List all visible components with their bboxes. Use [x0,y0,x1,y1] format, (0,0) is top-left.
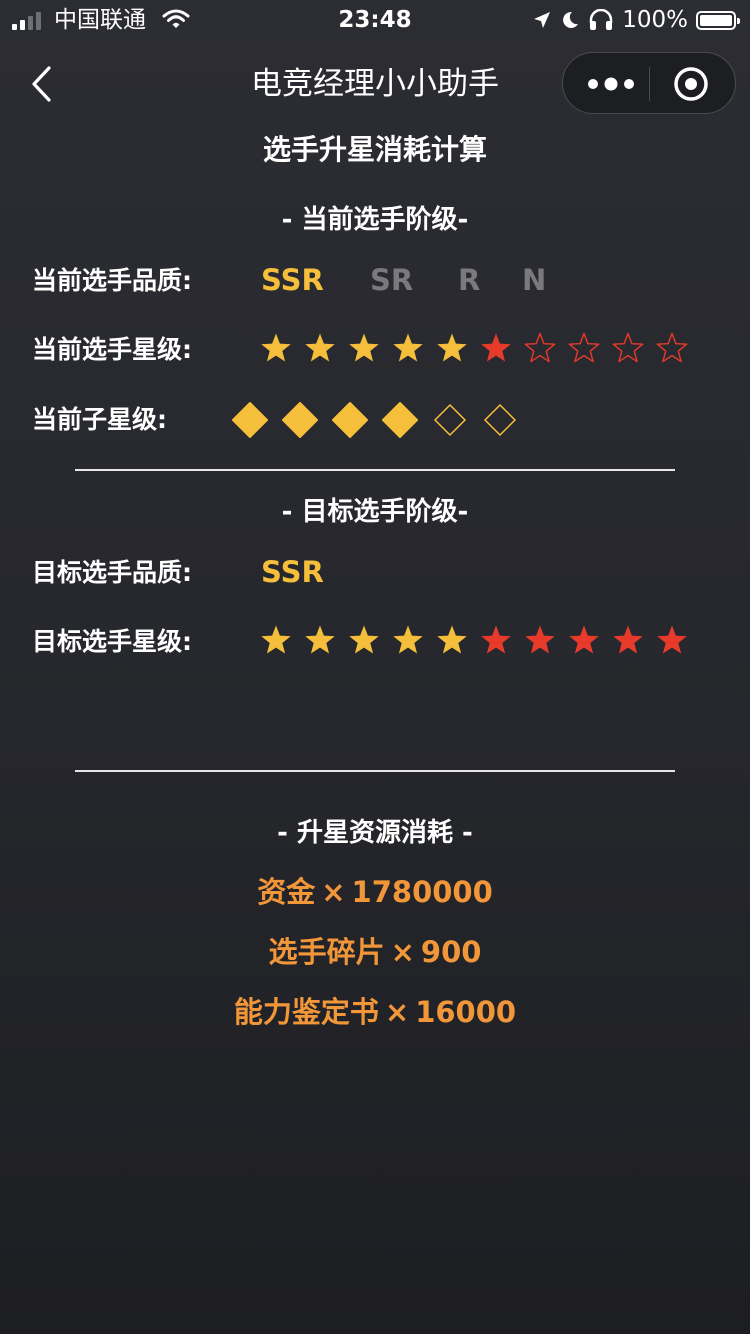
location-arrow-icon [534,12,551,28]
quality-option-n[interactable]: N [522,260,546,300]
diamond-filled-icon[interactable] [325,400,375,440]
cost-item-amount: 16000 [415,995,517,1029]
cost-item-name: 资金 [257,875,316,909]
cost-item-funds: 资金 × 1780000 [0,872,750,912]
cost-item-shards: 选手碎片 × 900 [0,932,750,972]
current-star-label: 当前选手星级: [32,335,192,364]
current-substar-label: 当前子星级: [32,405,167,434]
page-title: 选手升星消耗计算 [262,133,487,166]
star-gold-icon[interactable] [254,330,298,366]
cost-item-amount: 1780000 [351,875,493,909]
cost-section-heading: - 升星资源消耗 - [277,818,473,848]
star-gold-icon[interactable] [342,330,386,366]
star-gold-icon[interactable] [298,330,342,366]
target-star-label: 目标选手星级: [32,627,192,656]
quality-option-r[interactable]: R [458,260,480,300]
star-red-icon[interactable] [606,622,650,658]
divider-line [75,770,675,772]
star-gold-icon[interactable] [298,622,342,658]
diamond-filled-icon[interactable] [275,400,325,440]
headphones-icon [589,9,613,30]
star-gold-icon[interactable] [254,622,298,658]
moon-icon [563,11,579,28]
star-red-icon[interactable] [562,622,606,658]
star-empty-icon[interactable] [606,330,650,366]
more-dots-icon[interactable] [585,73,637,95]
target-star-rating [254,622,694,658]
star-gold-icon[interactable] [386,622,430,658]
multiplier-symbol: × [390,935,415,969]
star-red-icon[interactable] [650,622,694,658]
target-circle-icon[interactable] [673,66,709,102]
star-gold-icon[interactable] [342,622,386,658]
multiplier-symbol: × [384,995,410,1029]
cost-item-books: 能力鉴定书 × 16000 [0,992,750,1032]
current-substar-rating [225,400,525,440]
status-bar: 中国联通 23:48 100% [0,0,750,40]
cost-item-amount: 900 [420,935,482,969]
star-gold-icon[interactable] [386,330,430,366]
current-quality-label: 当前选手品质: [32,266,192,295]
diamond-empty-icon[interactable] [475,400,525,440]
star-red-icon[interactable] [474,330,518,366]
mini-program-capsule [562,52,736,114]
star-red-icon[interactable] [474,622,518,658]
divider-line [75,469,675,471]
star-empty-icon[interactable] [518,330,562,366]
multiplier-symbol: × [321,875,346,909]
cost-item-name: 选手碎片 [268,935,385,969]
star-gold-icon[interactable] [430,622,474,658]
battery-percent: 100% [622,7,688,33]
star-red-icon[interactable] [518,622,562,658]
target-quality-label: 目标选手品质: [32,558,192,587]
star-empty-icon[interactable] [650,330,694,366]
quality-option-ssr[interactable]: SSR [261,260,324,300]
capsule-divider [649,67,650,101]
star-gold-icon[interactable] [430,330,474,366]
battery-icon [696,10,740,30]
cost-item-name: 能力鉴定书 [233,995,379,1029]
diamond-filled-icon[interactable] [225,400,275,440]
quality-option-sr[interactable]: SR [370,260,413,300]
diamond-filled-icon[interactable] [375,400,425,440]
current-star-rating [254,330,694,366]
target-section-heading: - 目标选手阶级- [281,497,469,527]
star-empty-icon[interactable] [562,330,606,366]
diamond-empty-icon[interactable] [425,400,475,440]
current-section-heading: - 当前选手阶级- [281,205,469,235]
target-quality-value[interactable]: SSR [261,552,324,592]
